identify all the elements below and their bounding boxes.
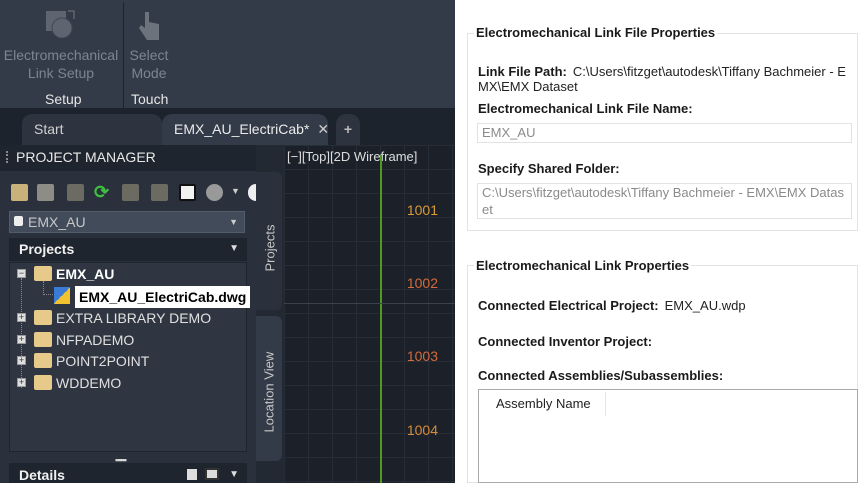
close-icon[interactable]: ✕ — [317, 121, 329, 137]
group-title: Electromechanical Link File Properties — [474, 25, 718, 40]
task-list-icon[interactable] — [151, 184, 168, 201]
document-tabs: Start EMX_AU_ElectriCab* ✕ + — [0, 108, 455, 145]
selected-project: EMX_AU — [28, 214, 86, 230]
panel-title: PROJECT MANAGER — [0, 145, 256, 171]
assemblies-table[interactable]: Assembly Name — [478, 389, 858, 483]
new-tab-button[interactable]: + — [336, 114, 360, 145]
preview-icon[interactable] — [205, 468, 219, 480]
button-label: Electromechanical — [3, 47, 119, 63]
line-reference: 1004 — [406, 422, 438, 438]
select-mode-button[interactable]: Select Mode — [125, 46, 173, 82]
tree-item-point2point[interactable]: POINT2POINT — [56, 351, 149, 371]
tree-line — [21, 278, 22, 388]
connected-assemblies-label: Connected Assemblies/Subassemblies: — [478, 368, 724, 383]
project-folder-icon — [34, 375, 52, 390]
line-reference: 1003 — [406, 348, 438, 364]
tab-emx-au-electricab[interactable]: EMX_AU_ElectriCab* ✕ — [162, 114, 329, 145]
lock-icon — [14, 216, 23, 226]
collapse-icon[interactable]: − — [17, 269, 26, 278]
project-folder-icon — [34, 332, 52, 347]
open-project-icon[interactable] — [11, 184, 28, 201]
expand-icon[interactable]: + — [17, 356, 26, 365]
drawing-viewport[interactable]: [−][Top][2D Wireframe] 1001 1002 1003 10… — [284, 145, 455, 483]
button-label: Select — [129, 47, 169, 63]
vertical-tab-label: Location View — [261, 351, 277, 433]
ribbon-divider — [123, 2, 124, 108]
ribbon: Electromechanical Link Setup Select Mode S… — [0, 0, 455, 108]
chevron-down-icon: ▼ — [229, 469, 239, 480]
group-title: Electromechanical Link Properties — [474, 258, 692, 273]
dwg-file-icon — [54, 287, 70, 304]
link-file-path-label: Link File Path: C:\Users\fitzget\autodesk… — [478, 64, 853, 94]
details-header[interactable]: Details ▼ — [9, 463, 247, 483]
wire-line — [380, 155, 382, 483]
project-select[interactable]: EMX_AU ▼ — [9, 211, 245, 233]
section-title: Details — [19, 467, 65, 483]
line-reference: 1002 — [406, 275, 438, 291]
column-header-assembly-name[interactable]: Assembly Name — [484, 392, 606, 416]
plot-icon[interactable] — [206, 184, 223, 201]
update-icon[interactable] — [122, 184, 139, 201]
chevron-down-icon[interactable]: ▼ — [231, 186, 240, 196]
grip-icon[interactable] — [6, 151, 8, 163]
refresh-icon[interactable]: ⟳ — [94, 183, 111, 201]
project-properties-icon[interactable] — [67, 184, 84, 201]
publish-icon[interactable] — [179, 184, 196, 201]
help-icon[interactable] — [248, 184, 256, 201]
line-reference: 1001 — [406, 202, 438, 218]
tree-item-emx-au-electricab-dwg[interactable]: EMX_AU_ElectriCab.dwg — [75, 286, 251, 308]
tree-item-wddemo[interactable]: WDDEMO — [56, 373, 121, 393]
viewport-controls[interactable]: [−][Top][2D Wireframe] — [287, 149, 417, 164]
field-label: Link File Path: — [478, 64, 567, 79]
tree-item-nfpademo[interactable]: NFPADEMO — [56, 330, 134, 350]
expand-icon[interactable]: + — [17, 313, 26, 322]
project-folder-icon — [34, 266, 52, 281]
vertical-tab-projects[interactable]: Projects — [256, 172, 282, 310]
project-tree: − EMX_AU EMX_AU_ElectriCab.dwg + EXTRA L… — [9, 262, 251, 452]
button-label: Link Setup — [27, 65, 95, 81]
shared-folder-field[interactable]: C:\Users\fitzget\autodesk\Tiffany Bachme… — [477, 183, 852, 219]
chevron-down-icon: ▼ — [229, 217, 238, 227]
new-project-icon[interactable] — [37, 184, 54, 201]
group-label-touch: Touch — [131, 91, 169, 107]
connected-electrical-project-label: Connected Electrical Project: EMX_AU.wdp — [478, 298, 746, 313]
tree-item-emx-au[interactable]: EMX_AU — [56, 264, 114, 284]
projects-header[interactable]: Projects ▼ — [9, 238, 247, 261]
tree-item-extra-library-demo[interactable]: EXTRA LIBRARY DEMO — [56, 308, 211, 328]
link-setup-icon — [44, 7, 78, 41]
button-label: Mode — [131, 65, 167, 81]
vertical-tab-label: Projects — [262, 224, 278, 272]
electromechanical-link-setup-button[interactable]: Electromechanical Link Setup — [2, 46, 120, 82]
connected-inventor-project-label: Connected Inventor Project: — [478, 334, 653, 349]
tab-label: EMX_AU_ElectriCab* — [174, 121, 310, 137]
vertical-tab-location-view[interactable]: Location View — [256, 316, 282, 461]
document-icon[interactable] — [187, 469, 197, 480]
group-label-setup: Setup — [45, 91, 82, 107]
touch-hand-icon — [137, 10, 161, 42]
rung-line — [284, 303, 455, 304]
project-folder-icon — [34, 353, 52, 368]
shared-folder-label: Specify Shared Folder: — [478, 161, 620, 176]
expand-icon[interactable]: + — [17, 378, 26, 387]
field-label: Connected Electrical Project: — [478, 298, 659, 313]
section-title: Projects — [19, 241, 75, 257]
expand-icon[interactable]: + — [17, 335, 26, 344]
chevron-down-icon: ▼ — [229, 243, 239, 254]
tab-label: Start — [34, 121, 64, 137]
tree-line — [43, 281, 53, 295]
panel-title-text: PROJECT MANAGER — [16, 149, 156, 165]
autocad-electrical-window: Electromechanical Link Setup Select Mode S… — [0, 0, 455, 483]
connected-electrical-project-value: EMX_AU.wdp — [664, 298, 746, 313]
project-folder-icon — [34, 310, 52, 325]
link-file-name-label: Electromechanical Link File Name: — [478, 101, 693, 116]
link-file-name-field[interactable]: EMX_AU — [477, 123, 852, 143]
tab-start[interactable]: Start — [22, 114, 162, 145]
